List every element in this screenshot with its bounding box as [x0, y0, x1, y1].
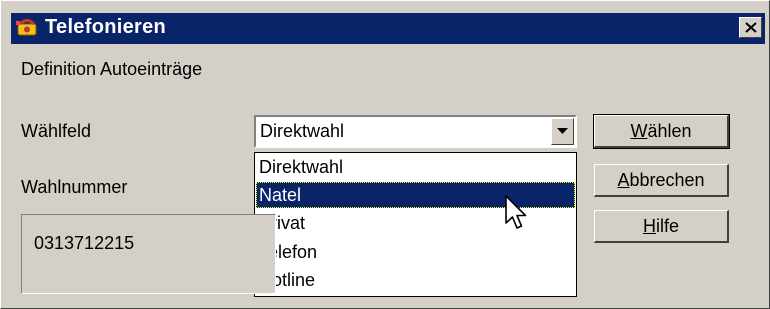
section-title: Definition Autoeinträge — [21, 59, 203, 79]
waehlfeld-selected-value: Direktwahl — [260, 121, 345, 141]
wahlnummer-field: 0313712215 — [21, 214, 276, 294]
waehlen-button[interactable]: Wählen — [593, 114, 730, 149]
close-button[interactable] — [739, 17, 762, 38]
telefonieren-dialog: Telefonieren Definition Autoeinträge Wäh… — [0, 0, 770, 309]
dropdown-arrow-icon — [557, 128, 568, 134]
dropdown-option-direktwahl[interactable]: Direktwahl — [256, 154, 575, 180]
dropdown-option-telefon[interactable]: Telefon — [256, 239, 575, 265]
phone-app-icon — [16, 18, 38, 38]
title-bar[interactable]: Telefonieren — [11, 13, 765, 44]
window-title: Telefonieren — [45, 16, 167, 38]
dropdown-toggle-button[interactable] — [551, 118, 574, 145]
hilfe-label: ilfe — [655, 216, 679, 236]
waehlen-accelerator: W — [630, 121, 648, 141]
abbrechen-label: bbrechen — [629, 170, 705, 190]
dropdown-option-hotline[interactable]: Hotline — [256, 267, 575, 293]
close-icon — [745, 22, 757, 33]
abbrechen-button[interactable]: Abbrechen — [594, 164, 729, 197]
waehlfeld-label: Wählfeld — [21, 121, 92, 141]
waehlfeld-select[interactable]: Direktwahl — [254, 115, 577, 148]
abbrechen-accelerator: A — [617, 170, 630, 190]
hilfe-button[interactable]: Hilfe — [594, 210, 729, 243]
hilfe-accelerator: H — [642, 216, 656, 236]
wahlnummer-value: 0313712215 — [34, 233, 135, 253]
wahlnummer-label: Wahlnummer — [21, 177, 128, 197]
mouse-cursor-icon — [505, 195, 529, 241]
waehlen-label: ählen — [647, 121, 692, 141]
